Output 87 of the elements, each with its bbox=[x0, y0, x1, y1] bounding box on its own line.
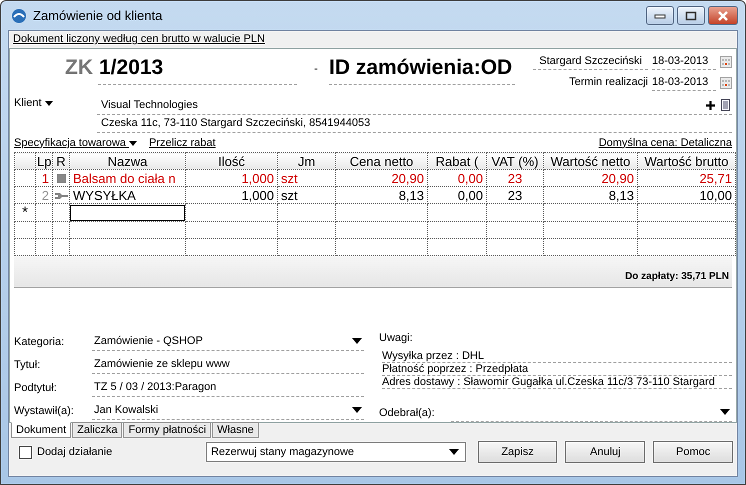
tab[interactable]: Dokument bbox=[11, 422, 72, 438]
close-icon bbox=[717, 10, 729, 20]
dropdown-arrow-icon bbox=[352, 407, 362, 413]
window-title: Zamówienie od klienta bbox=[33, 8, 162, 23]
table-cell: 25,71 bbox=[638, 170, 736, 186]
tab[interactable]: Formy płatności bbox=[123, 422, 212, 438]
note-line: Płatność poprzez : Przedpłata bbox=[382, 363, 732, 376]
text-field[interactable]: TZ 5 / 03 / 2013:Paragon bbox=[92, 378, 364, 397]
client-name: Visual Technologies bbox=[101, 99, 198, 112]
dropdown-field[interactable]: Zamówienie - QSHOP bbox=[92, 332, 364, 351]
document-type: ZK bbox=[65, 56, 94, 80]
add-icon[interactable] bbox=[706, 100, 715, 110]
maximize-button[interactable] bbox=[677, 6, 705, 25]
close-button[interactable] bbox=[708, 6, 738, 25]
pricing-info-link[interactable]: Dokument liczony według cen brutto w walucie PLN bbox=[13, 33, 265, 45]
tab[interactable]: Zaliczka bbox=[72, 422, 122, 438]
field-label: Odebrał(a): bbox=[379, 406, 436, 418]
table-cell: 10,00 bbox=[638, 186, 736, 204]
document-number: 1/2013 bbox=[98, 53, 297, 85]
column-header[interactable]: Ilość bbox=[186, 152, 278, 170]
minimize-button[interactable] bbox=[646, 6, 674, 25]
field-label: Kategoria: bbox=[14, 336, 66, 348]
column-header[interactable]: Nazwa bbox=[70, 152, 186, 170]
table-cell: szt bbox=[278, 170, 336, 186]
tab[interactable]: Własne bbox=[212, 422, 259, 438]
separator-text: - bbox=[313, 62, 319, 75]
note-line: Adres dostawy : Sławomir Gugałka ul.Czeska 11c/3 73-110 Stargard bbox=[382, 376, 732, 389]
checkbox-label: Dodaj działanie bbox=[37, 446, 112, 458]
table-cell: 8,13 bbox=[544, 186, 638, 204]
calendar-icon[interactable] bbox=[720, 56, 732, 68]
footer-button[interactable]: Pomoc bbox=[653, 441, 734, 463]
table-cell: 0,00 bbox=[428, 170, 486, 186]
dropdown-arrow-icon bbox=[448, 449, 459, 455]
client-address: Czeska 11c, 73-110 Stargard Szczeciński, 8541944053 bbox=[101, 117, 370, 130]
minimize-icon bbox=[654, 12, 666, 18]
column-header[interactable]: R bbox=[52, 152, 70, 170]
new-row-marker: * bbox=[14, 204, 36, 222]
due-date-label: Termin realizacji bbox=[569, 76, 648, 90]
total-amount: Do zapłaty: 35,71 PLN bbox=[625, 271, 729, 282]
recalculate-discount-link[interactable]: Przelicz rabat bbox=[148, 136, 216, 149]
table-cell: 23 bbox=[486, 170, 544, 186]
action-dropdown[interactable]: Rezerwuj stany magazynowe bbox=[206, 442, 466, 462]
maximize-icon bbox=[685, 10, 697, 20]
dropdown-arrow-icon bbox=[128, 140, 137, 146]
checkbox[interactable] bbox=[19, 446, 32, 458]
calendar-icon[interactable] bbox=[720, 77, 732, 89]
column-header[interactable]: Jm bbox=[278, 152, 336, 170]
table-cell: 23 bbox=[486, 186, 544, 204]
column-header[interactable]: Wartość netto bbox=[544, 152, 638, 170]
due-date-field[interactable]: 18-03-2013 bbox=[652, 76, 716, 90]
table-cell: 20,90 bbox=[336, 170, 428, 186]
table-cell: 2 bbox=[36, 186, 52, 204]
column-header[interactable]: Rabat ( bbox=[428, 152, 486, 170]
input-field[interactable] bbox=[70, 204, 184, 220]
dropdown-arrow-icon bbox=[720, 409, 730, 415]
column-header[interactable]: Lp bbox=[36, 152, 52, 170]
table-cell: Balsam do ciała n bbox=[70, 170, 186, 186]
issue-date-field[interactable]: 18-03-2013 bbox=[652, 54, 716, 70]
table-cell: WYSYŁKA bbox=[70, 186, 186, 204]
footer-button[interactable]: Zapisz bbox=[478, 441, 558, 463]
dropdown-field[interactable]: Jan Kowalski bbox=[92, 401, 364, 420]
table-cell: 1 bbox=[36, 170, 52, 186]
column-header[interactable]: Cena netto bbox=[336, 152, 428, 170]
table-cell: 1,000 bbox=[186, 170, 278, 186]
default-price-link[interactable]: Domyślna cena: Detaliczna bbox=[598, 136, 732, 149]
table-cell: 8,13 bbox=[336, 186, 428, 204]
field-label: Tytuł: bbox=[14, 358, 42, 370]
client-menu-button[interactable]: Klient bbox=[14, 96, 97, 109]
dropdown-arrow-icon bbox=[44, 100, 53, 106]
field-label: Podtytuł: bbox=[14, 382, 58, 394]
field-label: Wystawił(a): bbox=[14, 404, 75, 416]
order-id: ID zamówienia:OD bbox=[329, 53, 515, 85]
note-line: Wysyłka przez : DHL bbox=[382, 350, 732, 363]
table-cell: 1,000 bbox=[186, 186, 278, 204]
place-field[interactable]: Stargard Szczeciński bbox=[533, 54, 648, 70]
list-icon[interactable] bbox=[721, 99, 730, 112]
footer-button[interactable]: Anuluj bbox=[565, 441, 646, 463]
dropdown-arrow-icon bbox=[352, 338, 362, 344]
notes-label: Uwagi: bbox=[379, 332, 414, 346]
column-header[interactable]: VAT (%) bbox=[486, 152, 544, 170]
app-logo-icon bbox=[11, 8, 27, 24]
table-cell: 20,90 bbox=[544, 170, 638, 186]
specification-menu-link[interactable]: Specyfikacja towarowa bbox=[14, 136, 137, 149]
table-cell: szt bbox=[278, 186, 336, 204]
column-header[interactable]: Wartość brutto bbox=[638, 152, 736, 170]
table-cell: 0,00 bbox=[428, 186, 486, 204]
text-field[interactable]: Zamówienie ze sklepu www bbox=[92, 355, 364, 374]
